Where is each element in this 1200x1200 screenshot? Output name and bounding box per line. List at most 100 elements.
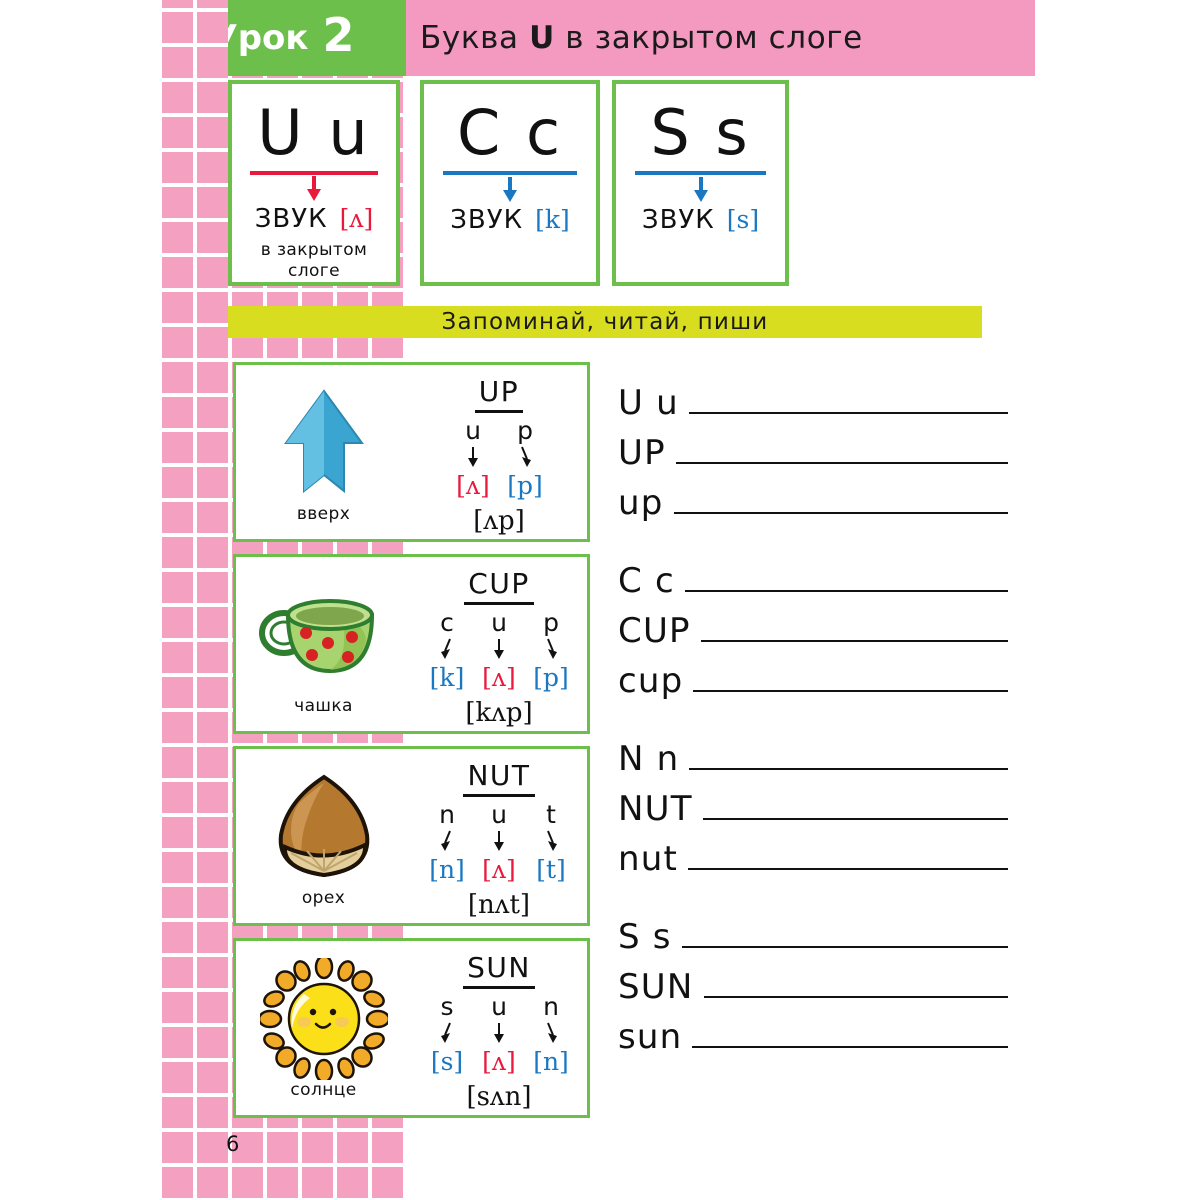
word-sounds-row: [s] [ʌ] [n] [421,1047,577,1076]
word-letter: u [465,416,481,445]
page-title-bar: Буква U в закрытом слоге [406,0,1035,76]
word-sound: [n] [429,855,465,884]
sound-label: ЗВУК [450,205,524,236]
word-arrows-row [447,445,551,469]
practice-writing-line[interactable] [689,767,1008,770]
down-arrow-icon [473,829,525,853]
letter-card-c: C c ЗВУК [k] [420,80,600,286]
word-letter: u [491,608,507,637]
word-caption: солнце [290,1080,357,1100]
word-letter: u [491,992,507,1021]
practice-writing-line[interactable] [675,461,1008,464]
practice-row: SUN [618,956,1008,1006]
lesson-number: 2 [322,8,355,62]
practice-writing-line[interactable] [688,867,1008,870]
practice-group-c: C c CUP cup [618,550,1008,700]
letter-glyphs: U u [257,96,371,169]
sound-value: [k] [535,205,570,235]
practice-writing-line[interactable] [703,995,1008,998]
practice-label: cup [618,661,684,702]
practice-group-s: S s SUN sun [618,906,1008,1056]
word-letter: c [440,608,454,637]
letter-sound-row: ЗВУК [k] [450,205,569,235]
word-sound: [ʌ] [482,663,516,692]
sound-label: ЗВУК [641,205,715,236]
word-picture-column: чашка [236,557,411,731]
sound-label: ЗВУК [254,203,328,234]
letter-card-u: U u ЗВУК [ʌ] в закрытом слоге [228,80,400,286]
word-transcript: [kʌp] [465,698,533,728]
word-letter: u [491,800,507,829]
practice-row: NUT [618,778,1008,828]
practice-row: U u [618,372,1008,422]
practice-writing-line[interactable] [700,639,1008,642]
practice-row: up [618,472,1008,522]
word-picture-column: орех [236,749,411,923]
down-arrow-icon [499,445,551,469]
sound-value: [ʌ] [339,203,374,233]
practice-label: SUN [618,967,694,1008]
letter-note: в закрытом слоге [261,240,368,283]
grid-paper-left-strip [160,0,228,1200]
down-arrow-icon [421,637,473,661]
practice-row: CUP [618,600,1008,650]
word-sound: [t] [536,855,566,884]
down-arrow-icon [473,1021,525,1045]
word-card-sun: солнце SUN s u n [s] [ʌ] [n] [sʌn] [233,938,590,1118]
down-arrow-icon [447,445,499,469]
word-uppercase: CUP [464,567,534,605]
letter-rule-line [634,171,767,176]
letter-glyphs: C c [456,96,564,169]
practice-writing-line[interactable] [681,945,1008,948]
down-arrow-icon [473,637,525,661]
word-picture-column: вверх [236,365,411,539]
word-sounds-row: [n] [ʌ] [t] [421,855,577,884]
letter-glyphs: S s [650,96,751,169]
page-title-prefix: Буква [420,20,530,56]
practice-writing-line[interactable] [684,589,1008,592]
letter-note-line1: в закрытом [260,239,368,260]
word-caption: орех [301,888,346,908]
practice-label: up [618,483,664,524]
word-sound: [ʌ] [482,855,516,884]
word-letters-row: n u t [421,800,577,829]
word-letter: s [440,992,454,1021]
word-phonetics-column: SUN s u n [s] [ʌ] [n] [sʌn] [411,941,587,1115]
writing-practice-area: U u UP up C c CUP cup N n NUT nut S s SU… [618,372,1008,1084]
page-title-suffix: в закрытом слоге [554,20,863,56]
practice-row: C c [618,550,1008,600]
down-arrow-icon [304,176,324,203]
letter-sound-row: ЗВУК [ʌ] [255,204,373,234]
practice-label: sun [618,1017,683,1058]
word-transcript: [sʌn] [466,1082,532,1112]
word-letters-row: c u p [421,608,577,637]
practice-label: U u [618,383,679,424]
letter-sound-row: ЗВУК [s] [642,205,759,235]
practice-group-n: N n NUT nut [618,728,1008,878]
practice-writing-line[interactable] [693,689,1008,692]
sun-icon [259,958,388,1080]
practice-label: N n [618,739,680,780]
practice-writing-line[interactable] [692,1045,1008,1048]
down-arrow-icon [525,637,577,661]
practice-label: NUT [618,789,693,830]
practice-label: nut [618,839,679,880]
page-title: Буква U в закрытом слоге [406,20,863,56]
word-uppercase: NUT [463,759,535,797]
word-uppercase: SUN [463,951,535,989]
word-letters-row: u p [447,416,551,445]
practice-label: CUP [618,611,691,652]
practice-writing-line[interactable] [702,817,1008,820]
sound-value: [s] [726,205,760,235]
practice-writing-line[interactable] [673,511,1008,514]
word-card-up: вверх UP u p [ʌ] [p] [ʌp] [233,362,590,542]
word-transcript: [nʌt] [467,890,531,920]
practice-group-u: U u UP up [618,372,1008,522]
letter-note-line2: слоге [287,260,340,281]
word-sound: [n] [533,1047,569,1076]
practice-row: nut [618,828,1008,878]
cup-icon [254,576,394,694]
word-arrows-row [421,1021,577,1045]
practice-writing-line[interactable] [688,411,1008,414]
practice-label: S s [618,917,672,958]
